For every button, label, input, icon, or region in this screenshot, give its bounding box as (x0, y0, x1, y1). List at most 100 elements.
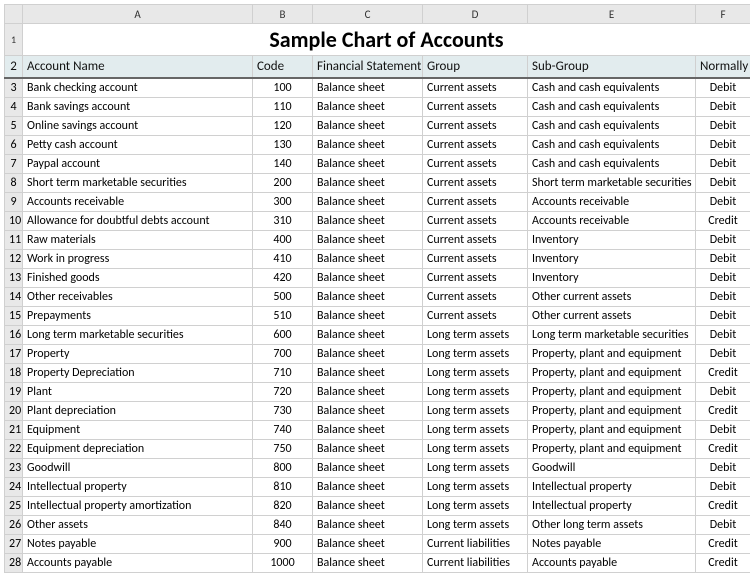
cell-normally[interactable]: Debit (696, 287, 750, 306)
cell-normally[interactable]: Debit (696, 116, 750, 135)
cell-group[interactable]: Current assets (423, 135, 528, 154)
cell-group[interactable]: Long term assets (423, 363, 528, 382)
cell-code[interactable]: 410 (253, 249, 313, 268)
row-number[interactable]: 2 (5, 56, 23, 78)
row-number[interactable]: 18 (5, 363, 23, 382)
cell-sub-group[interactable]: Inventory (528, 230, 696, 249)
cell-sub-group[interactable]: Accounts receivable (528, 211, 696, 230)
cell-normally[interactable]: Credit (696, 211, 750, 230)
cell-code[interactable]: 730 (253, 401, 313, 420)
cell-account-name[interactable]: Goodwill (23, 458, 253, 477)
cell-financial-statement[interactable]: Balance sheet (313, 287, 423, 306)
cell-sub-group[interactable]: Property, plant and equipment (528, 344, 696, 363)
row-number[interactable]: 7 (5, 154, 23, 173)
cell-group[interactable]: Current liabilities (423, 553, 528, 572)
cell-normally[interactable]: Credit (696, 439, 750, 458)
cell-normally[interactable]: Debit (696, 382, 750, 401)
cell-account-name[interactable]: Bank savings account (23, 97, 253, 116)
cell-code[interactable]: 200 (253, 173, 313, 192)
cell-sub-group[interactable]: Inventory (528, 249, 696, 268)
cell-normally[interactable]: Credit (696, 553, 750, 572)
cell-sub-group[interactable]: Property, plant and equipment (528, 382, 696, 401)
cell-normally[interactable]: Debit (696, 97, 750, 116)
cell-account-name[interactable]: Finished goods (23, 268, 253, 287)
cell-financial-statement[interactable]: Balance sheet (313, 268, 423, 287)
cell-account-name[interactable]: Allowance for doubtful debts account (23, 211, 253, 230)
cell-code[interactable]: 800 (253, 458, 313, 477)
cell-account-name[interactable]: Long term marketable securities (23, 325, 253, 344)
cell-normally[interactable]: Debit (696, 192, 750, 211)
cell-financial-statement[interactable]: Balance sheet (313, 420, 423, 439)
cell-sub-group[interactable]: Accounts payable (528, 553, 696, 572)
cell-account-name[interactable]: Plant depreciation (23, 401, 253, 420)
cell-code[interactable]: 750 (253, 439, 313, 458)
cell-normally[interactable]: Debit (696, 325, 750, 344)
cell-account-name[interactable]: Intellectual property (23, 477, 253, 496)
cell-code[interactable]: 700 (253, 344, 313, 363)
cell-group[interactable]: Current assets (423, 97, 528, 116)
cell-financial-statement[interactable]: Balance sheet (313, 515, 423, 534)
cell-group[interactable]: Current assets (423, 211, 528, 230)
cell-group[interactable]: Current assets (423, 173, 528, 192)
cell-sub-group[interactable]: Cash and cash equivalents (528, 97, 696, 116)
cell-code[interactable]: 400 (253, 230, 313, 249)
row-number[interactable]: 25 (5, 496, 23, 515)
cell-sub-group[interactable]: Notes payable (528, 534, 696, 553)
cell-code[interactable]: 710 (253, 363, 313, 382)
row-number[interactable]: 14 (5, 287, 23, 306)
cell-financial-statement[interactable]: Balance sheet (313, 382, 423, 401)
row-number[interactable]: 28 (5, 553, 23, 572)
cell-normally[interactable]: Debit (696, 458, 750, 477)
cell-group[interactable]: Current assets (423, 249, 528, 268)
cell-sub-group[interactable]: Other current assets (528, 287, 696, 306)
col-header-F[interactable]: F (696, 5, 750, 24)
cell-group[interactable]: Long term assets (423, 325, 528, 344)
cell-normally[interactable]: Debit (696, 230, 750, 249)
cell-group[interactable]: Long term assets (423, 458, 528, 477)
cell-normally[interactable]: Debit (696, 306, 750, 325)
cell-account-name[interactable]: Plant (23, 382, 253, 401)
col-header-E[interactable]: E (528, 5, 696, 24)
cell-sub-group[interactable]: Intellectual property (528, 477, 696, 496)
cell-group[interactable]: Long term assets (423, 420, 528, 439)
cell-code[interactable]: 510 (253, 306, 313, 325)
row-number[interactable]: 22 (5, 439, 23, 458)
cell-account-name[interactable]: Property Depreciation (23, 363, 253, 382)
cell-financial-statement[interactable]: Balance sheet (313, 97, 423, 116)
cell-group[interactable]: Long term assets (423, 439, 528, 458)
header-group[interactable]: Group (423, 56, 528, 78)
header-normally[interactable]: Normally (696, 56, 750, 78)
row-number[interactable]: 16 (5, 325, 23, 344)
cell-financial-statement[interactable]: Balance sheet (313, 78, 423, 98)
cell-account-name[interactable]: Other assets (23, 515, 253, 534)
row-number[interactable]: 26 (5, 515, 23, 534)
cell-code[interactable]: 420 (253, 268, 313, 287)
cell-financial-statement[interactable]: Balance sheet (313, 211, 423, 230)
cell-group[interactable]: Current assets (423, 230, 528, 249)
row-number[interactable]: 10 (5, 211, 23, 230)
cell-financial-statement[interactable]: Balance sheet (313, 496, 423, 515)
cell-group[interactable]: Current liabilities (423, 534, 528, 553)
cell-financial-statement[interactable]: Balance sheet (313, 192, 423, 211)
cell-code[interactable]: 810 (253, 477, 313, 496)
row-number[interactable]: 12 (5, 249, 23, 268)
cell-account-name[interactable]: Property (23, 344, 253, 363)
row-number[interactable]: 1 (5, 24, 23, 56)
cell-financial-statement[interactable]: Balance sheet (313, 401, 423, 420)
cell-account-name[interactable]: Notes payable (23, 534, 253, 553)
cell-normally[interactable]: Debit (696, 249, 750, 268)
header-financial-statement[interactable]: Financial Statement (313, 56, 423, 78)
cell-code[interactable]: 140 (253, 154, 313, 173)
cell-normally[interactable]: Credit (696, 401, 750, 420)
cell-account-name[interactable]: Accounts payable (23, 553, 253, 572)
cell-sub-group[interactable]: Property, plant and equipment (528, 401, 696, 420)
cell-sub-group[interactable]: Cash and cash equivalents (528, 116, 696, 135)
row-number[interactable]: 23 (5, 458, 23, 477)
cell-account-name[interactable]: Equipment (23, 420, 253, 439)
header-code[interactable]: Code (253, 56, 313, 78)
col-header-A[interactable]: A (23, 5, 253, 24)
cell-financial-statement[interactable]: Balance sheet (313, 553, 423, 572)
row-number[interactable]: 6 (5, 135, 23, 154)
cell-normally[interactable]: Debit (696, 420, 750, 439)
row-number[interactable]: 27 (5, 534, 23, 553)
